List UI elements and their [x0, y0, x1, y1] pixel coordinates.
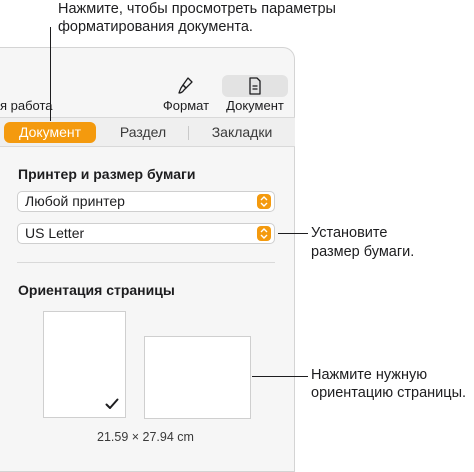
callout-right1-leader: [278, 233, 308, 234]
toolbar-left-partial: я работа: [0, 98, 53, 113]
tab-bookmarks[interactable]: Закладки: [192, 122, 292, 143]
callout-right1-line1: Установите: [311, 225, 388, 241]
tab-document[interactable]: Документ: [4, 122, 96, 143]
printer-section-title: Принтер и размер бумаги: [18, 166, 196, 182]
callout-top-line2: форматирования документа.: [58, 19, 253, 35]
document-icon: [249, 77, 261, 95]
orientation-section-title: Ориентация страницы: [18, 282, 175, 298]
portrait-orientation-option[interactable]: [43, 311, 126, 418]
printer-select-value: Любой принтер: [25, 193, 125, 209]
paintbrush-icon: [178, 77, 193, 94]
callout-top-line1: Нажмите, чтобы просмотреть параметры: [58, 1, 336, 17]
chevron-updown-icon: [257, 226, 271, 241]
section-divider: [17, 262, 275, 263]
printer-select[interactable]: Любой принтер: [17, 191, 275, 212]
paper-size-select[interactable]: US Letter: [17, 223, 275, 244]
document-label: Документ: [226, 98, 284, 113]
page-size-text: 21.59 × 27.94 cm: [97, 430, 194, 444]
tab-separator: [188, 126, 189, 140]
tab-bar: Документ Раздел Закладки: [0, 117, 295, 147]
chevron-updown-icon: [257, 194, 271, 209]
format-button[interactable]: Формат: [160, 77, 212, 113]
callout-right2-line2: ориентацию страницы.: [311, 385, 467, 401]
checkmark-icon: [105, 398, 119, 409]
format-label: Формат: [162, 98, 210, 113]
callout-right1-line2: размер бумаги.: [311, 244, 415, 260]
document-button[interactable]: Документ: [222, 77, 288, 113]
callout-top-leader: [50, 27, 51, 121]
tab-section[interactable]: Раздел: [100, 122, 186, 143]
callout-right2-line1: Нажмите нужную: [311, 367, 428, 383]
landscape-orientation-option[interactable]: [144, 336, 251, 419]
callout-right2-leader: [252, 376, 308, 377]
paper-size-value: US Letter: [25, 225, 85, 241]
